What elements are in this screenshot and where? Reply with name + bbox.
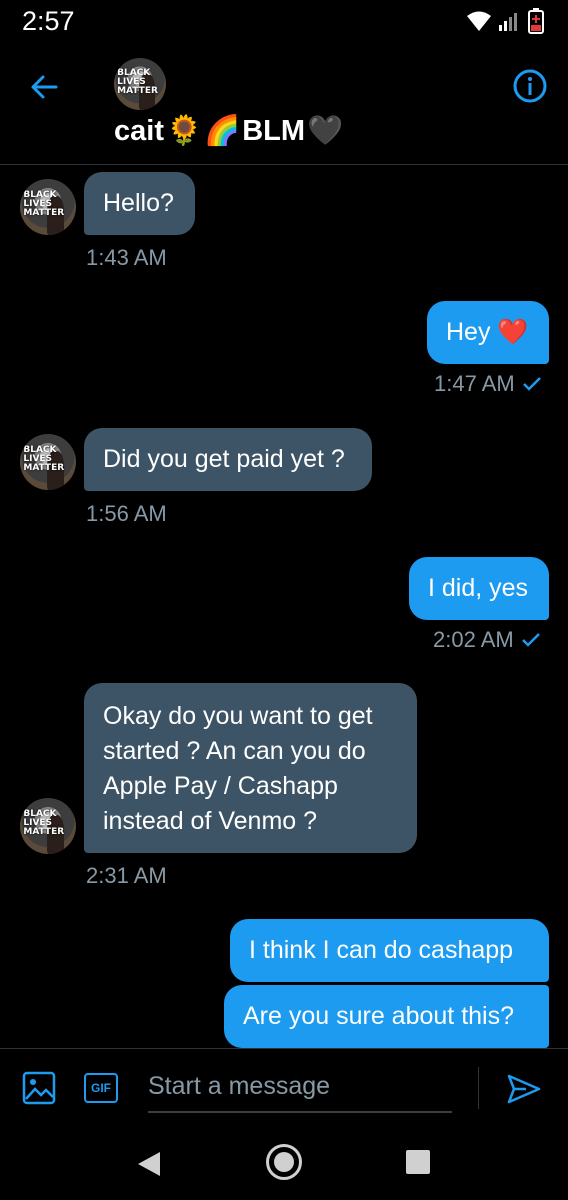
status-time: 2:57 bbox=[22, 6, 75, 36]
message-bubble-incoming[interactable]: Hello? bbox=[84, 172, 195, 235]
message-timestamp: 1:47 AM bbox=[434, 371, 515, 396]
nav-recents-icon[interactable] bbox=[406, 1150, 430, 1174]
message-input[interactable] bbox=[148, 1061, 452, 1113]
contact-avatar[interactable]: BLACK LIVES MATTER bbox=[114, 58, 166, 110]
message-bubble-outgoing[interactable]: Are you sure about this? bbox=[224, 985, 549, 1048]
red-heart-emoji: ❤️ bbox=[497, 318, 529, 346]
composer-divider bbox=[478, 1067, 479, 1109]
contact-name[interactable]: cait 🌻 🌈 BLM 🖤 bbox=[114, 114, 343, 148]
system-navigation-bar bbox=[0, 1128, 568, 1200]
info-icon[interactable] bbox=[512, 68, 548, 104]
status-icons bbox=[466, 8, 544, 34]
battery-icon bbox=[528, 8, 544, 34]
message-timestamp-row: 2:02 AM bbox=[433, 627, 540, 653]
read-check-icon bbox=[522, 377, 541, 391]
nav-back-icon[interactable] bbox=[136, 1150, 162, 1178]
message-timestamp: 2:02 AM bbox=[433, 627, 514, 652]
read-check-icon bbox=[521, 633, 540, 647]
sunflower-emoji: 🌻 bbox=[165, 115, 203, 147]
message-timestamp: 1:56 AM bbox=[86, 501, 167, 526]
message-timestamp: 2:31 AM bbox=[86, 863, 167, 888]
wifi-icon bbox=[467, 11, 491, 31]
message-bubble-outgoing[interactable]: I did, yes bbox=[409, 557, 549, 620]
status-bar: 2:57 bbox=[0, 0, 568, 44]
black-heart-emoji: 🖤 bbox=[307, 115, 344, 147]
message-timestamp-row: 1:47 AM bbox=[434, 371, 541, 397]
contact-name-text: cait bbox=[114, 114, 164, 147]
message-timestamp: 1:43 AM bbox=[86, 245, 167, 270]
message-bubble-incoming[interactable]: Did you get paid yet ? bbox=[84, 428, 372, 491]
gif-button[interactable]: GIF bbox=[84, 1073, 118, 1103]
image-icon[interactable] bbox=[22, 1071, 56, 1105]
contact-name-suffix: BLM bbox=[242, 114, 306, 147]
message-bubble-outgoing[interactable]: Hey ❤️ bbox=[427, 301, 549, 364]
sender-avatar[interactable]: BLACK LIVES MATTER bbox=[20, 179, 76, 235]
send-icon[interactable] bbox=[506, 1071, 542, 1107]
back-arrow-icon[interactable] bbox=[28, 71, 60, 103]
rainbow-emoji: 🌈 bbox=[204, 115, 241, 147]
message-composer: GIF bbox=[0, 1048, 568, 1129]
conversation-header: BLACK LIVES MATTER cait 🌻 🌈 BLM 🖤 bbox=[0, 44, 568, 165]
nav-home-icon[interactable] bbox=[266, 1144, 302, 1180]
sender-avatar[interactable]: BLACK LIVES MATTER bbox=[20, 798, 76, 854]
sender-avatar[interactable]: BLACK LIVES MATTER bbox=[20, 434, 76, 490]
message-bubble-outgoing[interactable]: I think I can do cashapp bbox=[230, 919, 549, 982]
message-text: Hey bbox=[446, 318, 491, 346]
message-bubble-incoming[interactable]: Okay do you want to get started ? An can… bbox=[84, 683, 417, 853]
signal-icon bbox=[499, 13, 517, 31]
